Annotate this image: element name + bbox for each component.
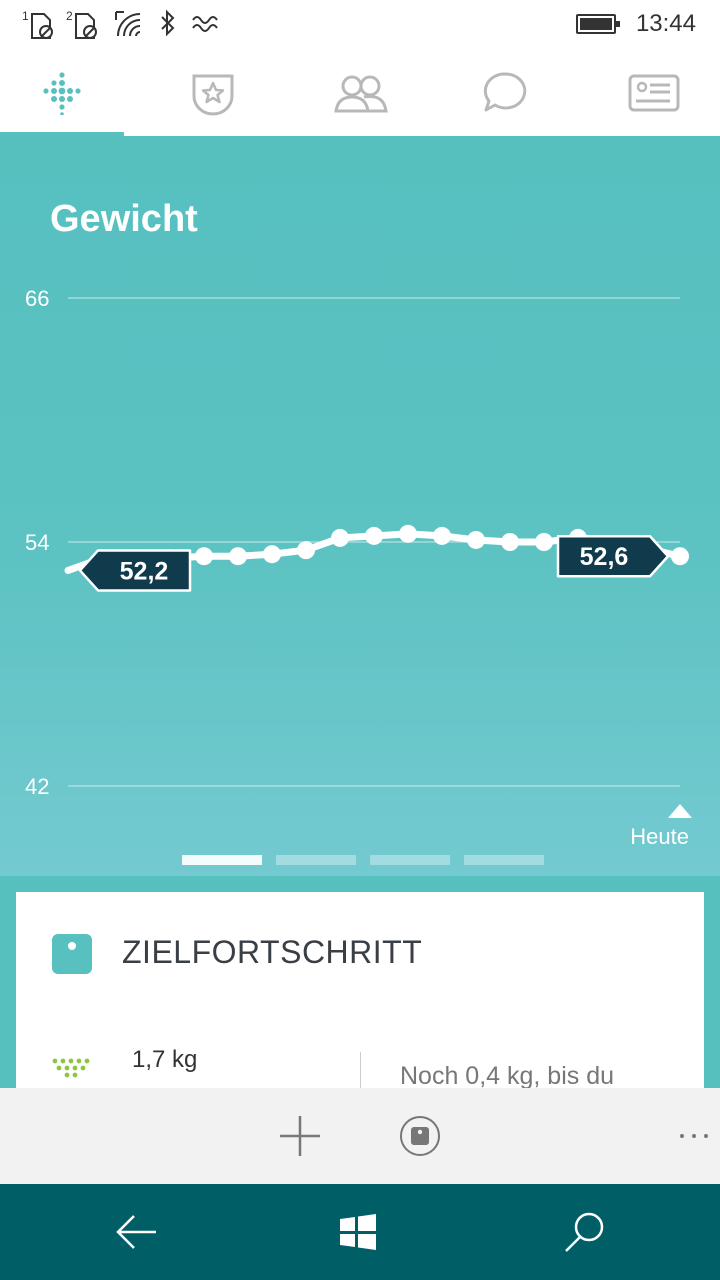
pager-dot[interactable] bbox=[276, 855, 356, 865]
data-point bbox=[501, 533, 519, 551]
clock: 13:44 bbox=[635, 10, 696, 37]
bluetooth-icon bbox=[161, 9, 175, 37]
add-icon bbox=[280, 1116, 320, 1156]
pager-dot[interactable] bbox=[370, 855, 450, 865]
y-tick-label: 54 bbox=[25, 530, 49, 555]
scale-log-icon bbox=[400, 1116, 440, 1156]
value-badge-label: 52,6 bbox=[580, 543, 629, 571]
profile-card-icon bbox=[628, 74, 680, 112]
trend-down-dots-icon bbox=[52, 1058, 90, 1078]
pager-dot[interactable] bbox=[464, 855, 544, 865]
weight-chart-panel[interactable]: Gewicht 66 54 42 52,2 52,6 Heute bbox=[0, 136, 720, 876]
tab-friends[interactable] bbox=[299, 50, 423, 136]
log-weight-button[interactable] bbox=[396, 1112, 444, 1160]
start-button[interactable] bbox=[334, 1208, 382, 1256]
data-point bbox=[331, 528, 349, 547]
data-point bbox=[467, 530, 485, 549]
today-marker-icon bbox=[668, 804, 692, 818]
tab-account[interactable] bbox=[592, 50, 716, 136]
vibrate-icon bbox=[192, 16, 218, 32]
goal-progress-value: 1,7 kg bbox=[132, 1046, 198, 1073]
end-value-badge: 52,6 bbox=[556, 534, 670, 578]
pager-dot[interactable] bbox=[182, 855, 262, 865]
sim1-blocked-icon: 1 bbox=[22, 9, 53, 39]
data-point bbox=[263, 545, 281, 564]
goal-progress-card[interactable]: ZIELFORTSCHRITT 1,7 kg Noch 0,4 kg, bis … bbox=[16, 892, 704, 1112]
x-end-label: Heute bbox=[630, 824, 689, 849]
y-tick-label: 42 bbox=[25, 774, 49, 799]
svg-text:2: 2 bbox=[66, 9, 73, 23]
fitbit-dots-icon bbox=[43, 72, 81, 115]
friends-icon bbox=[334, 75, 388, 113]
goal-progress-note: Noch 0,4 kg, bis du bbox=[400, 1062, 615, 1090]
status-bar: 1 2 13:44 bbox=[0, 0, 720, 50]
back-button[interactable] bbox=[112, 1208, 160, 1256]
back-arrow-icon bbox=[116, 1215, 156, 1249]
start-value-badge: 52,2 bbox=[78, 549, 192, 592]
data-point bbox=[229, 547, 247, 566]
data-point bbox=[365, 526, 383, 545]
data-point bbox=[195, 547, 213, 566]
system-nav-bar bbox=[0, 1184, 720, 1280]
tab-messages[interactable] bbox=[443, 50, 567, 136]
scale-icon bbox=[52, 934, 92, 974]
data-point bbox=[297, 541, 315, 560]
chat-bubble-icon bbox=[483, 72, 527, 112]
data-point bbox=[671, 547, 689, 566]
search-icon bbox=[565, 1212, 604, 1252]
add-button[interactable] bbox=[276, 1112, 324, 1160]
sim2-blocked-icon: 2 bbox=[66, 9, 97, 39]
chart-pager bbox=[182, 855, 544, 865]
more-button[interactable] bbox=[668, 1112, 716, 1160]
battery-icon bbox=[576, 14, 620, 34]
card-area: ZIELFORTSCHRITT 1,7 kg Noch 0,4 kg, bis … bbox=[0, 876, 720, 1112]
card-title: ZIELFORTSCHRITT bbox=[122, 934, 423, 970]
weight-chart[interactable]: 66 54 42 52,2 52,6 Heute bbox=[0, 136, 720, 876]
tab-bar bbox=[0, 50, 720, 136]
data-point bbox=[399, 524, 417, 543]
y-tick-label: 66 bbox=[25, 286, 49, 311]
wifi-icon bbox=[115, 11, 141, 37]
svg-text:1: 1 bbox=[22, 9, 29, 23]
value-badge-label: 52,2 bbox=[120, 557, 169, 585]
data-point bbox=[433, 526, 451, 545]
badge-star-icon bbox=[192, 74, 234, 116]
more-icon bbox=[680, 1134, 708, 1138]
windows-start-icon bbox=[340, 1214, 376, 1250]
search-button[interactable] bbox=[560, 1208, 608, 1256]
data-point bbox=[535, 533, 553, 551]
tab-challenges[interactable] bbox=[151, 50, 275, 136]
app-bar bbox=[0, 1088, 720, 1184]
tab-dashboard[interactable] bbox=[0, 50, 124, 136]
